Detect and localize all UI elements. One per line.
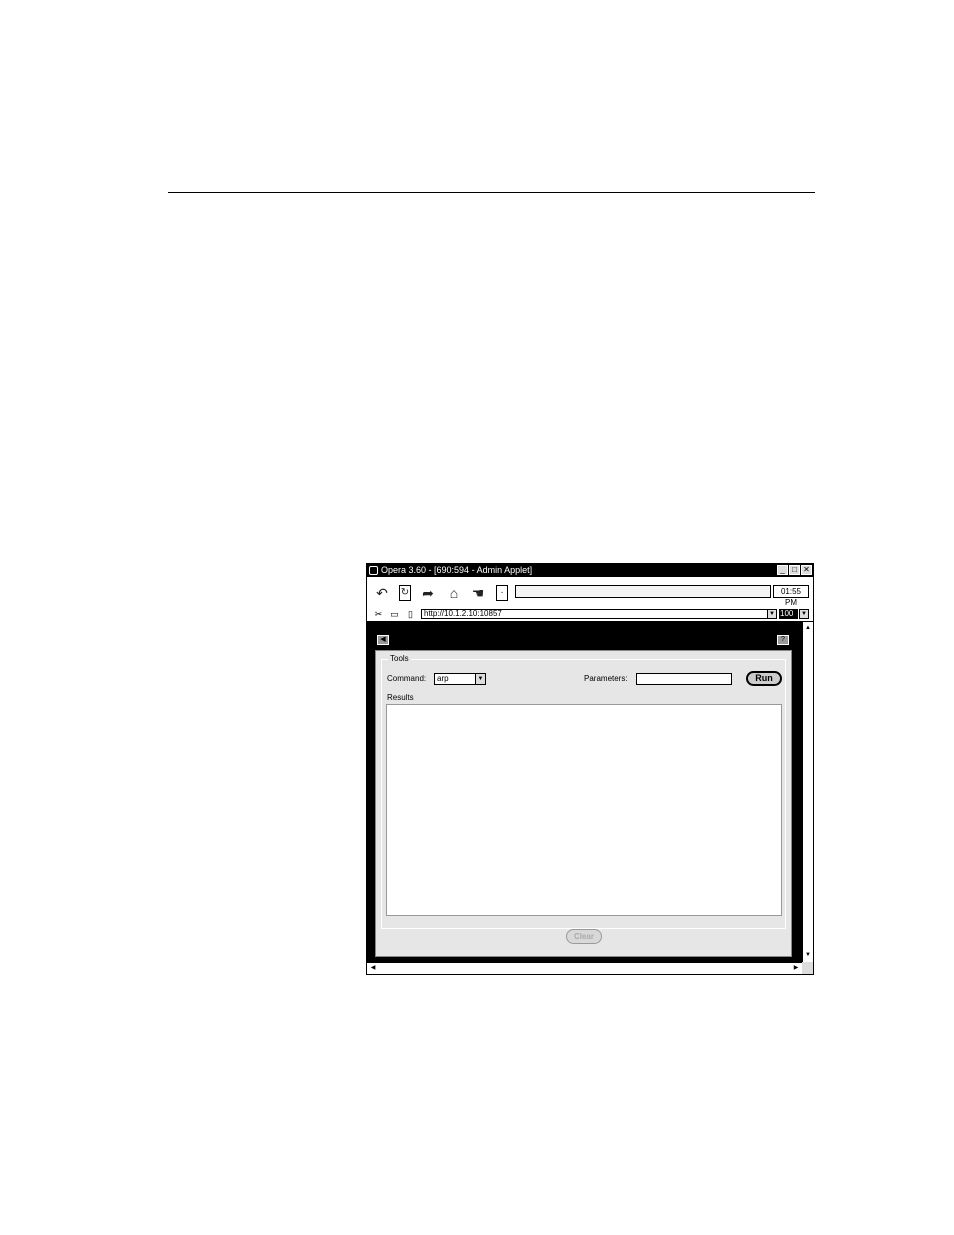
maximize-button[interactable]: □ — [789, 565, 800, 575]
page-icon[interactable]: ▯ — [405, 609, 416, 619]
tools-panel: Tools Command: arp ▼ Parameters: Run Res… — [375, 650, 792, 957]
reload-icon[interactable]: ↻ — [399, 585, 411, 601]
clock: 01:55 PM — [773, 585, 809, 607]
page-rule — [168, 192, 815, 193]
progress-bar — [515, 585, 771, 598]
scroll-corner — [802, 962, 813, 974]
results-area[interactable] — [386, 704, 782, 916]
document-icon[interactable]: · — [496, 585, 508, 601]
hotlist-icon[interactable]: ☚ — [469, 584, 487, 602]
scroll-right-icon[interactable]: ▶ — [791, 963, 801, 973]
clear-button[interactable]: Clear — [566, 929, 602, 944]
title-bar[interactable]: Opera 3.60 - [690:594 - Admin Applet] _ … — [367, 564, 813, 577]
opera-icon — [369, 566, 378, 575]
tools-group-title: Tools — [388, 654, 411, 664]
url-dropdown-icon[interactable]: ▼ — [767, 609, 777, 619]
close-button[interactable]: ✕ — [801, 565, 812, 575]
horizontal-scrollbar[interactable]: ◀ ▶ — [367, 962, 802, 974]
home-icon[interactable]: ⌂ — [445, 584, 463, 602]
command-select[interactable]: arp ▼ — [434, 673, 486, 685]
command-value: arp — [437, 674, 449, 683]
address-bar: ✂ ▭ ▯ http://10.1.2.10:10857 ▼ 100 ▼ — [367, 608, 813, 622]
scroll-down-icon[interactable]: ▼ — [803, 950, 813, 960]
applet-help-button[interactable]: ? — [777, 635, 789, 645]
minimize-button[interactable]: _ — [777, 565, 788, 575]
url-field[interactable]: http://10.1.2.10:10857 — [421, 609, 769, 619]
cut-icon[interactable]: ✂ — [373, 609, 384, 619]
zoom-field[interactable]: 100 — [779, 609, 798, 619]
toolbar: ↶ ↻ ➦ ⌂ ☚ · 01:55 PM — [367, 578, 813, 609]
scroll-left-icon[interactable]: ◀ — [368, 963, 378, 973]
vertical-scrollbar[interactable]: ▲ ▼ — [802, 622, 813, 962]
browser-window: Opera 3.60 - [690:594 - Admin Applet] _ … — [366, 563, 814, 975]
window-title: Opera 3.60 - [690:594 - Admin Applet] — [381, 565, 533, 575]
parameters-input[interactable] — [636, 673, 732, 685]
zoom-dropdown-icon[interactable]: ▼ — [799, 609, 809, 619]
scroll-up-icon[interactable]: ▲ — [803, 623, 813, 633]
back-icon[interactable]: ↶ — [373, 584, 391, 602]
run-button[interactable]: Run — [746, 671, 782, 686]
page-content: ◀ ? Tools Command: arp ▼ Parameters: Run… — [367, 622, 802, 962]
parameters-label: Parameters: — [584, 674, 628, 683]
applet-back-button[interactable]: ◀ — [377, 635, 389, 645]
chevron-down-icon[interactable]: ▼ — [475, 674, 485, 684]
command-label: Command: — [387, 674, 427, 683]
forward-icon[interactable]: ➦ — [419, 584, 437, 602]
results-label: Results — [387, 693, 414, 702]
window-icon[interactable]: ▭ — [389, 609, 400, 619]
